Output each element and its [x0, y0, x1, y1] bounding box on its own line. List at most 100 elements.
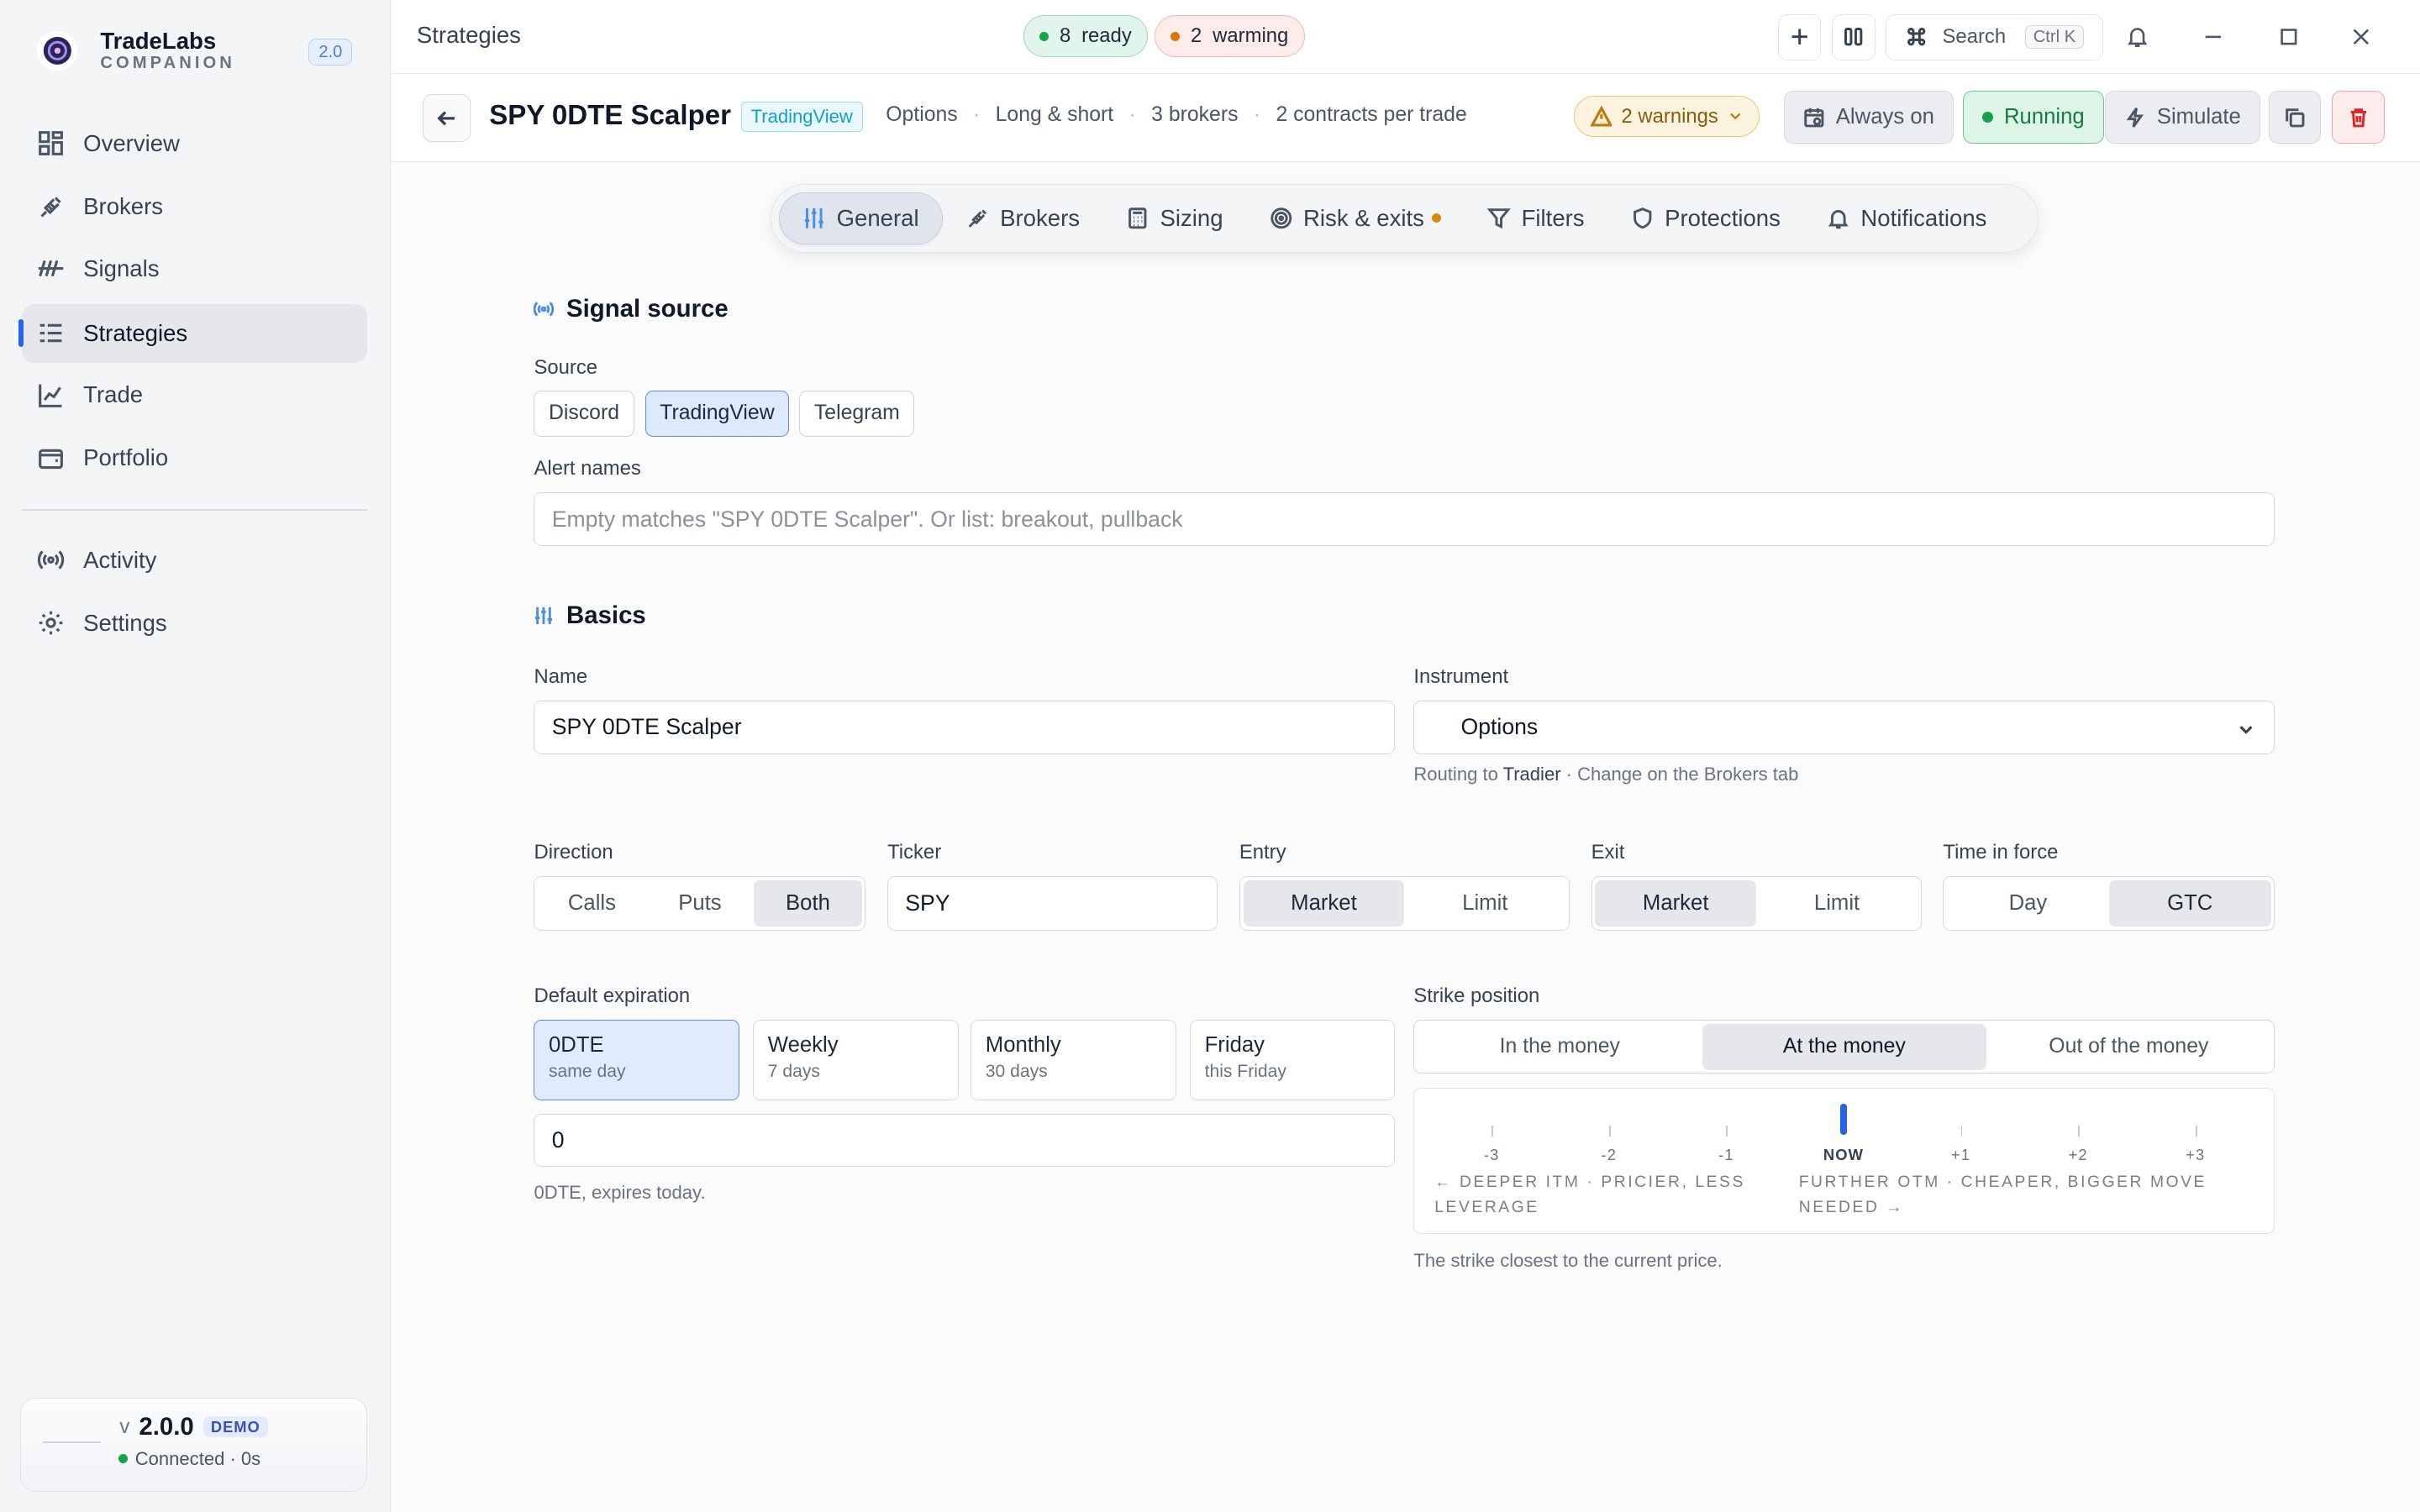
connection-card: v 2.0.0 DEMO Connected · 0s — [19, 1398, 368, 1493]
chart-line-icon — [39, 384, 62, 407]
expiration-option-0dte[interactable]: 0DTE same day — [534, 1020, 739, 1100]
notifications-button[interactable] — [2121, 20, 2154, 54]
alert-names-input[interactable]: Empty matches "SPY 0DTE Scalper". Or lis… — [534, 491, 2275, 547]
tab-label: Filters — [1521, 204, 1585, 231]
version-badge: 2.0 — [308, 38, 353, 66]
expiration-days-input[interactable]: 0 — [534, 1114, 1396, 1167]
meta-instrument: Options — [886, 103, 958, 127]
instrument-value: Options — [1460, 714, 1539, 740]
add-button[interactable] — [1777, 13, 1822, 60]
sidebar: TradeLabs COMPANION 2.0 Overview Brokers… — [0, 0, 391, 1512]
sidebar-item-signals[interactable]: Signals — [22, 239, 367, 298]
direction-label: Direction — [534, 840, 613, 864]
strike-tick — [2078, 1125, 2080, 1137]
tif-option-gtc[interactable]: GTC — [2108, 879, 2271, 927]
routing-broker: Tradier — [1502, 764, 1561, 785]
strike-option-otm[interactable]: Out of the money — [1986, 1024, 2271, 1070]
duplicate-button[interactable] — [2268, 91, 2322, 144]
columns-button[interactable] — [1832, 13, 1876, 60]
strike-tick-label: NOW — [1823, 1145, 1865, 1163]
tif-option-day[interactable]: Day — [1947, 880, 2109, 927]
strike-option-atm[interactable]: At the money — [1702, 1023, 1987, 1070]
broadcast-icon — [37, 550, 65, 570]
maximize-button[interactable] — [2272, 20, 2306, 54]
expiration-option-weekly[interactable]: Weekly 7 days — [753, 1020, 959, 1100]
tab-label: Risk & exits — [1303, 204, 1424, 231]
strike-scale[interactable]: -3 -2 -1 NOW +1 +2 +3 ← DEEPER ITM · PRI… — [1413, 1087, 2275, 1235]
sidebar-item-strategies[interactable]: Strategies — [18, 303, 368, 363]
minimize-button[interactable] — [2196, 20, 2230, 54]
tab-filters[interactable]: Filters — [1465, 192, 1607, 244]
simulate-button[interactable]: Simulate — [2105, 91, 2260, 144]
strike-position-segmented: In the money At the money Out of the mon… — [1413, 1020, 2275, 1074]
close-button[interactable] — [2344, 20, 2378, 54]
tab-sizing[interactable]: Sizing — [1103, 192, 1247, 244]
name-label: Name — [534, 664, 588, 688]
sidebar-item-label: Brokers — [83, 193, 164, 220]
entry-label: Entry — [1239, 840, 1286, 864]
running-toggle[interactable]: Running — [1963, 91, 2104, 144]
tab-general[interactable]: General — [778, 192, 944, 245]
search-button[interactable]: Search Ctrl K — [1886, 13, 2104, 60]
chevron-down-icon — [2239, 726, 2253, 734]
meta-sizing: 2 contracts per trade — [1276, 103, 1467, 127]
delete-button[interactable] — [2332, 91, 2385, 144]
source-option-telegram[interactable]: Telegram — [799, 390, 915, 437]
sidebar-item-activity[interactable]: Activity — [22, 531, 367, 590]
tab-notifications[interactable]: Notifications — [1803, 192, 2010, 244]
ready-count: 8 — [1059, 24, 1071, 48]
sidebar-item-portfolio[interactable]: Portfolio — [22, 429, 367, 488]
expiration-option-friday[interactable]: Friday this Friday — [1190, 1020, 1396, 1100]
time-in-force-label: Time in force — [1943, 840, 2059, 864]
calculator-icon — [1128, 207, 1147, 229]
name-input[interactable]: SPY 0DTE Scalper — [534, 700, 1396, 755]
strike-tick — [2195, 1125, 2197, 1137]
source-option-tradingview[interactable]: TradingView — [644, 390, 790, 437]
expiration-option-monthly[interactable]: Monthly 30 days — [971, 1020, 1176, 1100]
strike-option-itm[interactable]: In the money — [1418, 1024, 1702, 1070]
schedule-button[interactable]: Always on — [1784, 91, 1954, 144]
plug-icon — [968, 209, 986, 228]
warnings-dropdown[interactable]: 2 warnings — [1574, 95, 1760, 138]
instrument-select[interactable]: Options — [1413, 700, 2275, 755]
sidebar-item-settings[interactable]: Settings — [22, 594, 367, 653]
routing-suffix: · Change on the Brokers tab — [1565, 764, 1799, 785]
back-button[interactable] — [423, 94, 471, 142]
sidebar-item-brokers[interactable]: Brokers — [22, 177, 367, 236]
connected-dot-icon — [118, 1454, 128, 1464]
tab-brokers[interactable]: Brokers — [943, 192, 1102, 244]
brand[interactable]: TradeLabs COMPANION — [37, 28, 235, 74]
warming-label: warming — [1213, 24, 1289, 48]
running-label: Running — [2003, 105, 2085, 129]
expiration-sub: same day — [549, 1062, 626, 1082]
expiration-title: Monthly — [985, 1032, 1061, 1057]
alert-names-label: Alert names — [534, 456, 641, 480]
ready-pill[interactable]: 8 ready — [1023, 15, 1149, 57]
source-option-discord[interactable]: Discord — [534, 390, 634, 437]
meta-separator: · — [1253, 103, 1261, 127]
direction-option-calls[interactable]: Calls — [538, 880, 646, 927]
strike-tick-label: -3 — [1483, 1145, 1500, 1163]
sidebar-item-trade[interactable]: Trade — [22, 365, 367, 424]
entry-option-market[interactable]: Market — [1243, 879, 1405, 927]
ticker-input[interactable]: SPY — [887, 876, 1218, 931]
sliders-icon — [804, 207, 824, 228]
warning-icon — [1590, 105, 1612, 127]
strike-tick-label: +1 — [1951, 1145, 1971, 1163]
entry-option-limit[interactable]: Limit — [1404, 880, 1565, 927]
direction-option-puts[interactable]: Puts — [646, 880, 755, 927]
time-in-force-segmented: Day GTC — [1943, 876, 2275, 931]
meta-separator: · — [973, 103, 981, 127]
broadcast-icon — [534, 302, 555, 317]
sidebar-item-overview[interactable]: Overview — [22, 114, 367, 173]
warming-count: 2 — [1191, 24, 1202, 48]
exit-option-limit[interactable]: Limit — [1756, 880, 1918, 927]
exit-option-market[interactable]: Market — [1595, 879, 1757, 927]
tab-label: Brokers — [1000, 204, 1081, 231]
section-title: Signal source — [566, 294, 729, 323]
direction-option-both[interactable]: Both — [754, 879, 862, 927]
tab-protections[interactable]: Protections — [1607, 192, 1803, 244]
sidebar-item-label: Overview — [83, 129, 180, 156]
warming-pill[interactable]: 2 warming — [1154, 15, 1305, 57]
tab-risk-exits[interactable]: Risk & exits — [1246, 192, 1465, 244]
